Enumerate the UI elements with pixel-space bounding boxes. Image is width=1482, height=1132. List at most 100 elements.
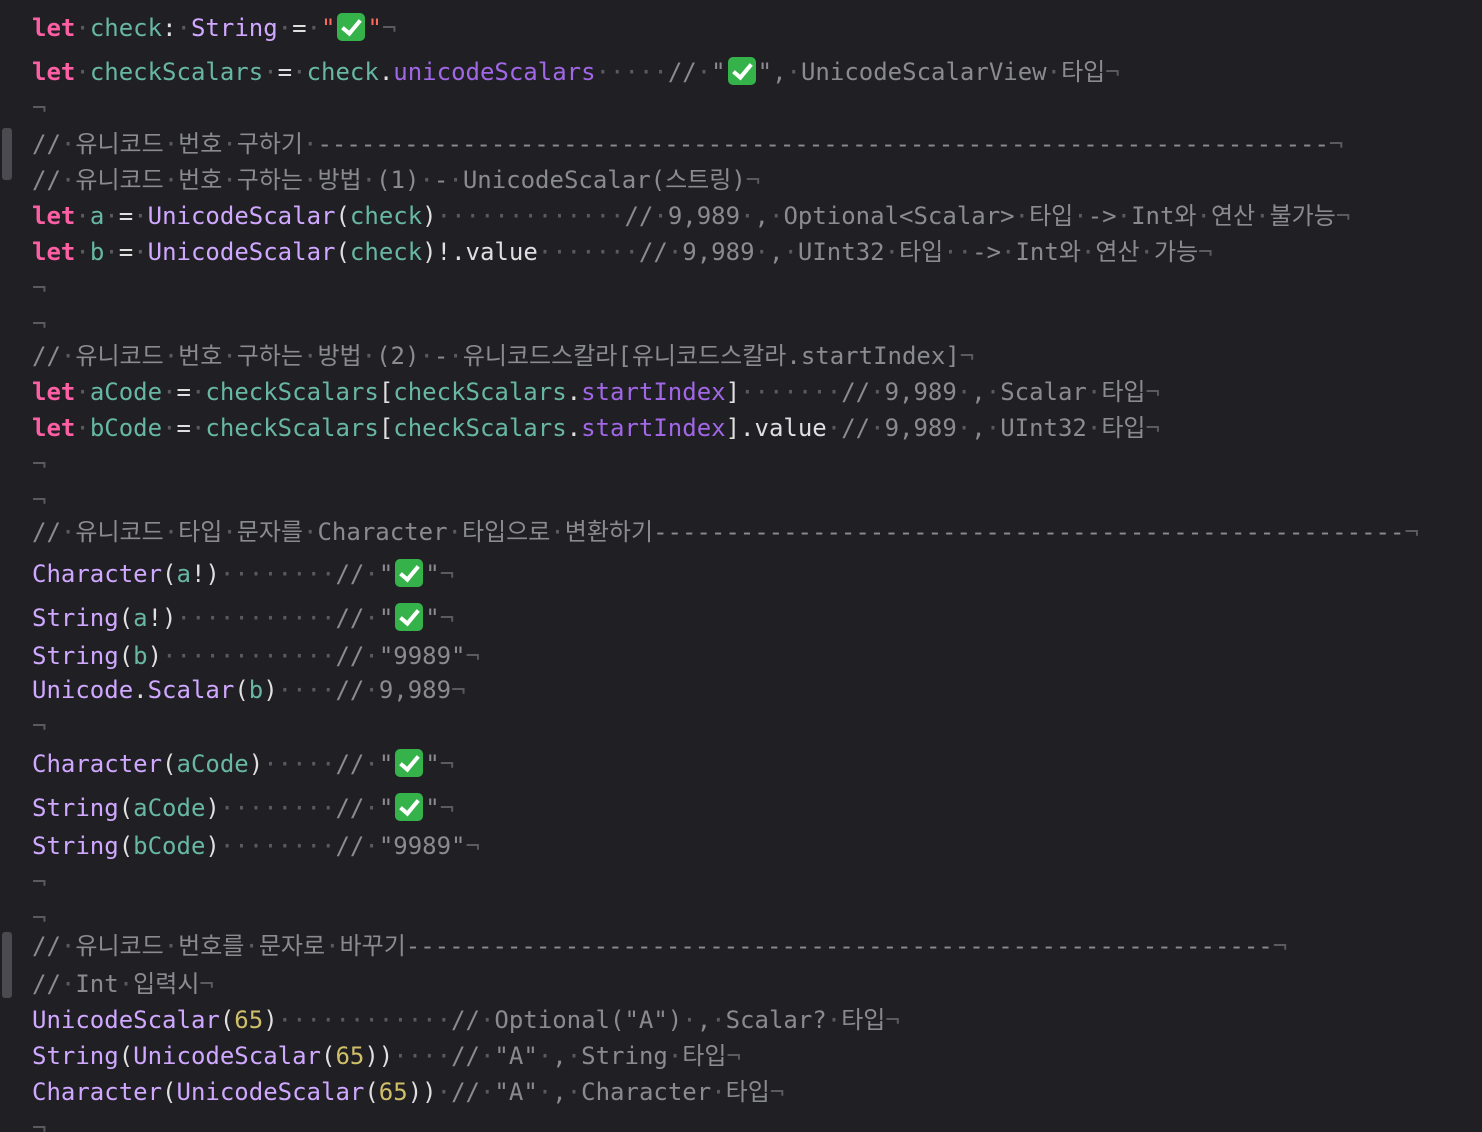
code-token: · (60, 932, 76, 960)
code-token: [ (378, 378, 394, 406)
code-line[interactable]: let·check:·String·=·" "¬ (32, 12, 396, 44)
code-token: ¬ (465, 642, 480, 670)
code-token: ¬ (32, 868, 47, 896)
code-token: ········ (219, 832, 336, 860)
code-line[interactable]: String(UnicodeScalar(65))····//·"A"·,·St… (32, 1040, 741, 1072)
code-line[interactable]: ¬ (32, 710, 46, 742)
code-token: 65 (378, 1078, 408, 1106)
code-token: 유니코드 (75, 342, 164, 370)
code-token: " (425, 560, 440, 588)
code-token: , (552, 1042, 567, 1070)
code-token: checkScalars (205, 378, 379, 406)
code-token: b (89, 238, 105, 266)
checkmark-emoji-icon (395, 559, 424, 587)
code-token: " (321, 14, 336, 42)
code-token: checkScalars (393, 378, 567, 406)
code-token: . (566, 414, 582, 442)
code-token: " (367, 14, 382, 42)
code-token: 유니코드스칼라[유니코드스칼라.startIndex] (462, 342, 960, 370)
code-line[interactable]: Character(a!)········//·" "¬ (32, 558, 454, 590)
code-line[interactable]: let·bCode·=·checkScalars[checkScalars.st… (32, 412, 1160, 444)
code-token: · (985, 414, 1001, 442)
code-token: checkScalars (205, 414, 379, 442)
code-token: ¬ (439, 560, 455, 588)
code-token: · (361, 342, 377, 370)
code-token: Int (75, 970, 119, 998)
code-token: 9,989 (667, 202, 741, 230)
code-token: · (325, 932, 340, 960)
code-token: ¬ (885, 1006, 900, 1034)
code-token: // (335, 604, 365, 632)
code-token: : (162, 14, 177, 42)
code-token: " (378, 560, 394, 588)
code-token: ].value (725, 414, 827, 442)
code-line[interactable]: ¬ (32, 484, 46, 516)
code-token: · (682, 1006, 697, 1034)
code-token: 바꾸기-------------------------------------… (339, 932, 1273, 960)
code-line[interactable]: let·aCode·=·checkScalars[checkScalars.st… (32, 376, 1160, 408)
code-token: ¬ (439, 794, 455, 822)
code-line[interactable]: Character(UnicodeScalar(65))·//·"A"·,·Ch… (32, 1076, 784, 1108)
checkmark-emoji-icon (337, 13, 366, 41)
code-token: 타입 (725, 1078, 770, 1106)
code-token: aCode (133, 794, 206, 822)
code-token: ¬ (1145, 378, 1160, 406)
code-line[interactable]: //·유니코드·타입·문자를·Character·타입으로·변환하기------… (32, 516, 1419, 548)
code-line[interactable]: let·checkScalars·=·check.unicodeScalars·… (32, 56, 1120, 88)
code-token: · (448, 166, 463, 194)
code-token: // (624, 202, 654, 230)
code-token: Character (32, 750, 163, 778)
code-line[interactable]: let·a·=·UnicodeScalar(check)············… (32, 200, 1350, 232)
code-line[interactable]: UnicodeScalar(65)············//·Optional… (32, 1004, 900, 1036)
code-line[interactable]: String(aCode)········//·" "¬ (32, 792, 454, 824)
code-line[interactable]: ¬ (32, 308, 46, 340)
code-editor[interactable]: let·check:·String·=·" "¬ let·checkScalars·… (0, 0, 1482, 1132)
code-token: UnicodeScalar (176, 1078, 365, 1106)
code-line[interactable]: String(b)············//·"9989"¬ (32, 640, 480, 672)
code-line[interactable]: //·유니코드·번호·구하는·방법·(2)·-·유니코드스칼라[유니코드스칼라.… (32, 340, 974, 372)
code-token: -> (972, 238, 1002, 266)
code-line[interactable]: ¬ (32, 272, 46, 304)
code-token: ¬ (1272, 932, 1288, 960)
code-line[interactable]: ¬ (32, 1112, 46, 1132)
code-token: ----------------------------------------… (317, 130, 1329, 158)
code-token: · (163, 130, 179, 158)
code-token: Character (32, 1078, 163, 1106)
code-token: )) (407, 1078, 437, 1106)
code-token: · (537, 1042, 553, 1070)
code-token: )) (364, 1042, 394, 1070)
code-token: ····· (263, 750, 336, 778)
code-line[interactable]: //·Int·입력시¬ (32, 968, 214, 1000)
code-token: · (447, 518, 462, 546)
code-token: · (162, 414, 177, 442)
code-token: · (956, 378, 972, 406)
code-token: · (176, 14, 191, 42)
code-line[interactable]: ¬ (32, 92, 46, 124)
code-token: 변환하기------------------------------------… (564, 518, 1405, 546)
code-token: ¬ (1198, 238, 1213, 266)
code-token: ( (118, 642, 134, 670)
code-token: · (985, 378, 1001, 406)
code-token: " (378, 794, 394, 822)
code-token: ) (205, 832, 220, 860)
code-line[interactable]: //·유니코드·번호·구하기·-------------------------… (32, 128, 1343, 160)
code-line[interactable]: String(a!)···········//·" "¬ (32, 602, 454, 634)
code-line[interactable]: ¬ (32, 448, 46, 480)
code-token: // (335, 560, 365, 588)
code-token: · (364, 794, 379, 822)
code-line[interactable]: //·유니코드·번호를·문자로·바꾸기---------------------… (32, 930, 1287, 962)
code-line[interactable]: Character(aCode)·····//·" "¬ (32, 748, 454, 780)
code-token: · (75, 414, 90, 442)
code-line[interactable]: String(bCode)········//·"9989"¬ (32, 830, 480, 862)
code-line[interactable]: //·유니코드·번호·구하는·방법·(1)·-·UnicodeScalar(스트… (32, 164, 760, 196)
code-line[interactable]: let·b·=·UnicodeScalar(check)!.value·····… (32, 236, 1213, 268)
code-token: String (32, 832, 119, 860)
code-token: ¬ (32, 94, 47, 122)
code-token: ¬ (32, 274, 47, 302)
code-token: ······· (740, 378, 842, 406)
code-line[interactable]: Unicode.Scalar(b)····//·9,989¬ (32, 674, 466, 706)
code-token: · (263, 58, 278, 86)
code-token: 타입 (899, 238, 944, 266)
code-line[interactable]: ¬ (32, 866, 46, 898)
code-token: 타입 (841, 1006, 886, 1034)
